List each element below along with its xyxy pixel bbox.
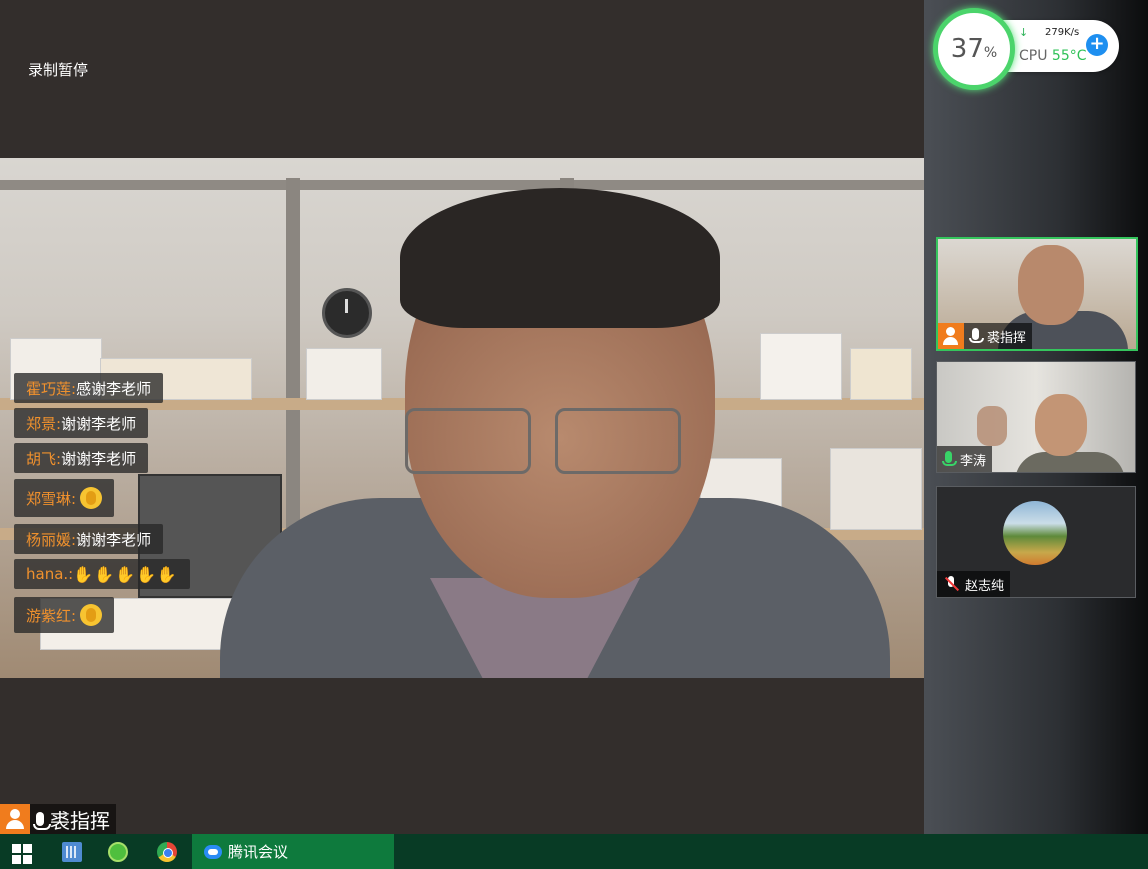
microphone-icon xyxy=(33,812,51,830)
active-speaker-name: 裘指挥 xyxy=(50,808,110,833)
download-arrow-icon: ↓ xyxy=(1019,26,1029,39)
chat-message: 游紫红: xyxy=(14,597,115,633)
participant-label: 赵志纯 xyxy=(937,571,1011,597)
participant-body xyxy=(1015,452,1125,472)
book-stack xyxy=(850,348,912,400)
chat-message: 郑景: 谢谢李老师 xyxy=(14,408,149,438)
participant-name: 赵志纯 xyxy=(965,578,1005,594)
chat-sender: 游紫红: xyxy=(26,606,77,625)
chrome-icon[interactable] xyxy=(157,842,177,862)
wave-hands-emoji-icon: ✋✋✋✋✋ xyxy=(73,564,178,584)
chat-message: 郑雪琳: xyxy=(14,479,115,517)
clap-emoji-icon xyxy=(80,604,103,626)
participant-tile[interactable]: 李涛 xyxy=(936,361,1136,473)
chat-text: 谢谢李老师 xyxy=(76,530,152,549)
chat-sender: hana.: xyxy=(26,565,74,583)
cpu-usage-unit: % xyxy=(983,45,998,61)
host-user-icon xyxy=(0,804,30,834)
host-user-icon xyxy=(938,323,964,349)
participant-face xyxy=(1018,245,1084,325)
chat-message: 霍巧莲: 感谢李老师 xyxy=(14,373,164,403)
clock-decoration xyxy=(322,288,372,338)
chat-message: hana.: ✋✋✋✋✋ xyxy=(14,559,190,589)
cpu-usage-value: 37 xyxy=(950,34,984,64)
speaker-hair xyxy=(400,188,720,328)
cpu-label: CPU xyxy=(1019,48,1048,64)
participant-tile[interactable]: 裘指挥 xyxy=(936,237,1138,351)
taskbar: 腾讯会议 xyxy=(0,834,1148,869)
chat-sender: 胡飞: xyxy=(26,449,62,468)
cpu-temperature: CPU 55°C xyxy=(1019,48,1087,64)
microphone-muted-icon xyxy=(943,576,959,592)
microphone-icon xyxy=(969,328,984,343)
cpu-usage-ring[interactable]: 37% xyxy=(933,8,1015,90)
chat-text: 感谢李老师 xyxy=(76,379,152,398)
chat-text: 谢谢李老师 xyxy=(61,414,137,433)
browser-e-icon[interactable] xyxy=(108,842,128,862)
taskbar-app-tencent-meeting[interactable]: 腾讯会议 xyxy=(192,834,394,869)
speaker-glasses xyxy=(395,408,685,478)
cpu-temp-value: 55°C xyxy=(1051,48,1087,64)
participant-tile[interactable]: 赵志纯 xyxy=(936,486,1136,598)
chat-message: 胡飞: 谢谢李老师 xyxy=(14,443,149,473)
widget-plus-button[interactable]: + xyxy=(1086,34,1108,56)
participant-face xyxy=(1035,394,1087,456)
book-row xyxy=(830,448,922,530)
storage-box xyxy=(306,348,382,400)
active-speaker-label: 裘指挥 xyxy=(0,804,116,834)
taskbar-app-label: 腾讯会议 xyxy=(228,843,289,861)
shelf-rail xyxy=(0,180,924,190)
recording-status: 录制暂停 xyxy=(28,61,89,79)
participant-hand xyxy=(977,406,1007,446)
network-speed: 279K/s xyxy=(1045,27,1080,38)
calculator-icon[interactable] xyxy=(62,842,82,862)
microphone-active-icon xyxy=(942,451,957,466)
windows-start-icon[interactable] xyxy=(12,844,32,864)
chat-text: 谢谢李老师 xyxy=(61,449,137,468)
participant-name: 裘指挥 xyxy=(987,330,1027,346)
chat-sender: 杨丽媛: xyxy=(26,530,77,549)
chat-sender: 霍巧莲: xyxy=(26,379,77,398)
book-row xyxy=(760,333,842,400)
participant-label: 裘指挥 xyxy=(938,323,1033,349)
chat-message: 杨丽媛: 谢谢李老师 xyxy=(14,524,164,554)
main-video-area: 录制暂停 霍巧莲: 感谢李老师 郑景: 谢谢李老师 胡飞: 谢谢李老师 郑雪琳:… xyxy=(0,0,924,834)
participant-name: 李涛 xyxy=(960,453,987,469)
clap-emoji-icon xyxy=(80,487,103,509)
participant-avatar xyxy=(1003,501,1067,565)
chat-sender: 郑景: xyxy=(26,414,62,433)
participant-label: 李涛 xyxy=(937,446,993,472)
chat-sender: 郑雪琳: xyxy=(26,489,77,508)
tencent-meeting-icon xyxy=(204,844,222,859)
